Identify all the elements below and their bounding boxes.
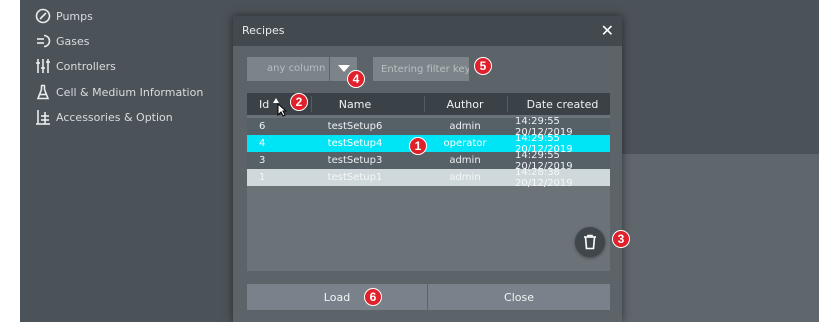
sidebar-item-label: Pumps xyxy=(56,9,93,23)
column-select[interactable]: any column xyxy=(247,57,329,81)
sidebar-item-label: Gases xyxy=(56,34,90,48)
cell-id: 1 xyxy=(259,172,266,183)
cell-name: testSetup1 xyxy=(327,172,383,183)
cell-author: operator xyxy=(443,138,487,149)
cell-author: admin xyxy=(449,172,481,183)
dialog-title: Recipes xyxy=(242,24,285,37)
mouse-cursor-icon xyxy=(277,103,287,117)
caret-down-icon xyxy=(337,65,350,72)
cell-id: 6 xyxy=(259,121,266,132)
annotation-badge-6: 6 xyxy=(364,288,382,306)
filter-input[interactable] xyxy=(373,57,469,81)
sidebar: Pumps Gases Controllers Cell & Medium In… xyxy=(20,0,235,322)
sidebar-item-accessories-option[interactable]: Accessories & Option xyxy=(30,107,173,127)
sidebar-item-label: Controllers xyxy=(56,59,116,73)
annotation-badge-1: 1 xyxy=(409,137,427,155)
annotation-badge-5: 5 xyxy=(474,57,492,75)
header-date-created[interactable]: Date created xyxy=(515,93,610,115)
cell-name: testSetup3 xyxy=(327,155,383,166)
flask-icon xyxy=(30,84,56,100)
cell-author: admin xyxy=(449,155,481,166)
cell-id: 3 xyxy=(259,155,266,166)
cell-date: 14:28:38 20/12/2019 xyxy=(515,166,573,189)
gas-outlet-icon xyxy=(30,33,56,49)
load-button[interactable]: Load xyxy=(247,284,427,310)
table-row-disabled[interactable]: 1 testSetup1 admin 14:28:38 20/12/2019 xyxy=(247,166,610,189)
sidebar-item-cell-medium-information[interactable]: Cell & Medium Information xyxy=(30,82,203,102)
close-icon[interactable]: ✕ xyxy=(601,21,614,40)
cell-author: admin xyxy=(449,121,481,132)
sidebar-item-controllers[interactable]: Controllers xyxy=(30,56,116,76)
close-button[interactable]: Close xyxy=(428,284,610,310)
sidebar-item-gases[interactable]: Gases xyxy=(30,31,90,51)
sidebar-item-pumps[interactable]: Pumps xyxy=(30,6,93,26)
cell-id: 4 xyxy=(259,138,266,149)
header-name[interactable]: Name xyxy=(312,93,398,115)
recipes-dialog: Recipes ✕ any column Id Name Author Date… xyxy=(233,16,622,322)
annotation-badge-3: 3 xyxy=(612,230,630,248)
header-id-label: Id xyxy=(259,97,270,111)
recipes-table: Id Name Author Date created 6 testSetup6… xyxy=(247,93,610,271)
trash-icon xyxy=(584,234,596,250)
sliders-icon xyxy=(30,58,56,74)
cell-name: testSetup6 xyxy=(327,121,383,132)
annotation-badge-2: 2 xyxy=(290,93,308,111)
accessories-icon xyxy=(30,109,56,125)
dialog-title-bar: Recipes ✕ xyxy=(233,16,622,46)
delete-button[interactable] xyxy=(575,227,605,257)
sidebar-item-label: Accessories & Option xyxy=(56,110,173,124)
background-panel xyxy=(622,154,819,322)
annotation-badge-4: 4 xyxy=(347,70,365,88)
column-divider xyxy=(507,96,508,112)
header-author[interactable]: Author xyxy=(425,93,505,115)
sidebar-item-label: Cell & Medium Information xyxy=(56,85,204,99)
gauge-icon xyxy=(30,8,56,24)
cell-name: testSetup4 xyxy=(327,138,383,149)
